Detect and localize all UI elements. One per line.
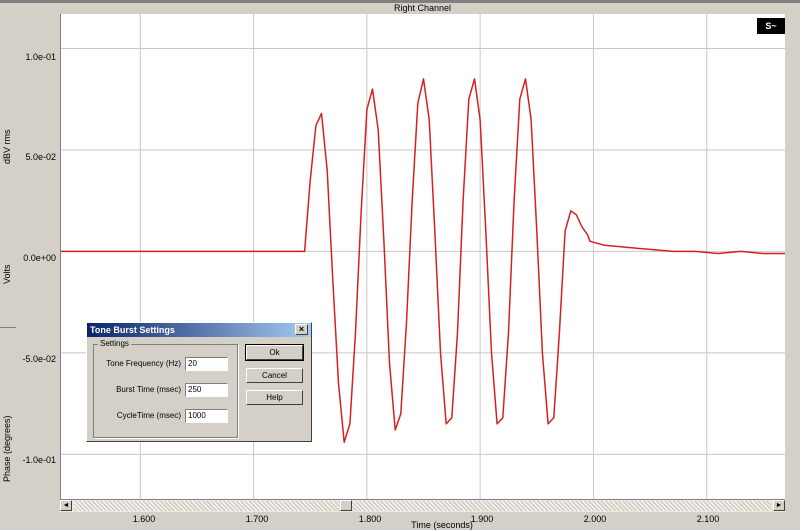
y-tick-label: 0.0e+00 (23, 253, 56, 263)
signal-type-icon[interactable]: S~ (757, 18, 785, 34)
scroll-thumb[interactable] (340, 500, 352, 511)
x-tick-label: 1.600 (132, 514, 156, 524)
tone-frequency-label: Tone Frequency (Hz) (106, 359, 181, 368)
volts-label: Volts (2, 264, 12, 284)
right-panel (785, 14, 800, 529)
x-tick-label: 2.000 (583, 514, 607, 524)
x-tick-label: 2.100 (696, 514, 720, 524)
scroll-left-icon[interactable]: ◄ (60, 500, 72, 511)
tone-frequency-row: Tone Frequency (Hz) 20 (94, 357, 237, 373)
burst-time-label: Burst Time (msec) (116, 385, 181, 394)
cancel-button[interactable]: Cancel (246, 368, 303, 383)
close-icon[interactable]: × (295, 324, 308, 335)
panel-divider (0, 327, 16, 328)
tone-frequency-input[interactable]: 20 (185, 357, 228, 371)
dialog-title-bar[interactable]: Tone Burst Settings × (87, 323, 311, 337)
cycle-time-row: CycleTime (msec) 1000 (94, 409, 237, 425)
burst-time-input[interactable]: 250 (185, 383, 228, 397)
y-tick-label: -5.0e-02 (22, 354, 56, 364)
scroll-right-icon[interactable]: ► (773, 500, 785, 511)
ok-button[interactable]: Ok (245, 344, 304, 361)
settings-group-label: Settings (98, 339, 131, 348)
left-axis-panel: dBV rms Volts Phase (degrees) (0, 14, 60, 529)
x-tick-label: 1.700 (245, 514, 269, 524)
cycle-time-input[interactable]: 1000 (185, 409, 228, 423)
cycle-time-label: CycleTime (msec) (116, 411, 181, 420)
help-button[interactable]: Help (246, 390, 303, 405)
phase-label: Phase (degrees) (2, 415, 12, 482)
tone-burst-dialog: Tone Burst Settings × Settings Tone Freq… (86, 322, 312, 442)
y-tick-label: 1.0e-01 (25, 52, 56, 62)
y-tick-label: 5.0e-02 (25, 152, 56, 162)
scroll-track[interactable] (74, 501, 771, 511)
settings-group: Settings Tone Frequency (Hz) 20 Burst Ti… (93, 339, 238, 438)
burst-time-row: Burst Time (msec) 250 (94, 383, 237, 399)
y-tick-label: -1.0e-01 (22, 455, 56, 465)
horizontal-scrollbar[interactable]: ◄ ► (60, 499, 785, 512)
dialog-title: Tone Burst Settings (90, 325, 175, 335)
